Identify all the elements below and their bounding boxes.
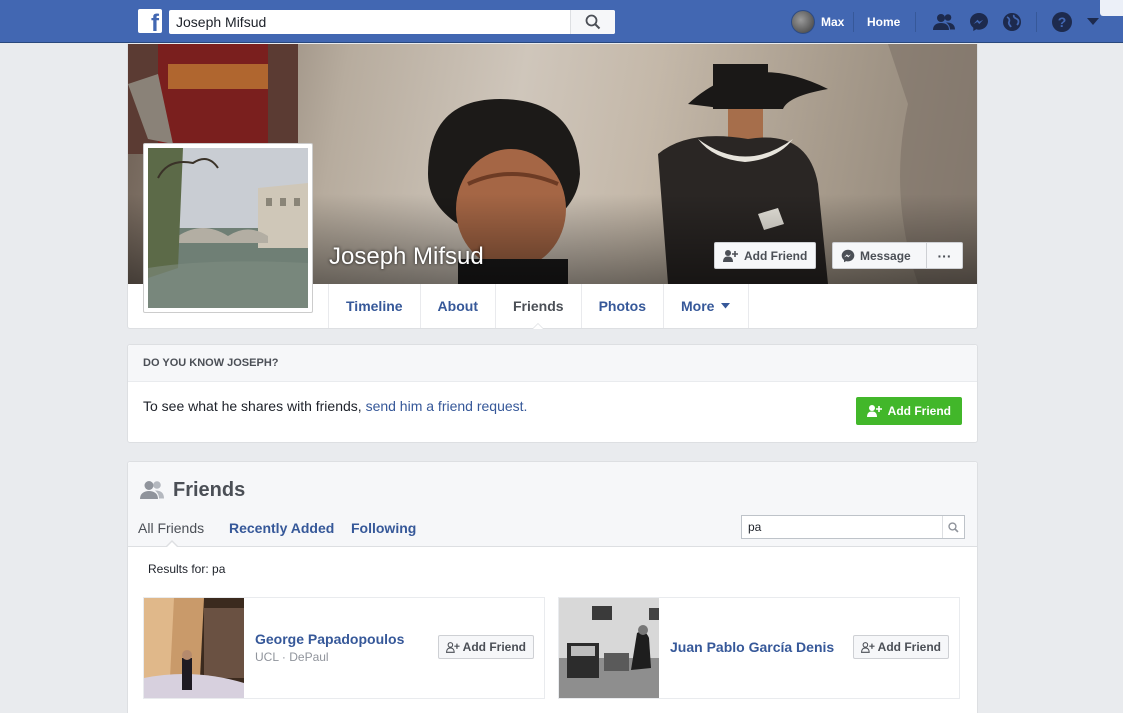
tab-all-friends[interactable]: All Friends [138, 520, 204, 536]
card-heading: DO YOU KNOW JOSEPH? [128, 345, 977, 382]
avatar [791, 10, 815, 34]
add-friend-icon [445, 641, 460, 653]
friend-request-link[interactable]: send him a friend request. [366, 398, 528, 414]
friends-search-box [741, 515, 965, 539]
friend-photo[interactable] [559, 598, 659, 698]
message-label: Message [860, 248, 911, 263]
friends-search-button[interactable] [942, 516, 964, 538]
add-friend-label: Add Friend [462, 640, 526, 654]
add-friend-button[interactable]: Add Friend [714, 242, 817, 269]
messenger-icon [841, 249, 855, 262]
add-friend-button[interactable]: Add Friend [852, 635, 949, 659]
active-tab-pointer-fill [167, 542, 177, 547]
friends-title: Friends [173, 479, 246, 501]
add-friend-label: Add Friend [887, 404, 951, 418]
tab-following[interactable]: Following [351, 520, 416, 536]
more-dots-icon: ··· [937, 247, 952, 264]
profile-photo-image [148, 148, 308, 308]
window-corner [1100, 0, 1123, 16]
divider [853, 12, 854, 32]
tab-about[interactable]: About [421, 284, 496, 328]
add-friend-label: Add Friend [744, 248, 808, 263]
results-label: Results for: pa [148, 562, 226, 576]
friend-photo[interactable] [144, 598, 244, 698]
add-friend-label: Add Friend [877, 640, 941, 654]
friends-section: Friends All Friends Recently Added Follo… [127, 461, 978, 713]
search-icon [585, 14, 601, 30]
profile-name: Joseph Mifsud [329, 243, 484, 270]
svg-text:?: ? [1058, 14, 1067, 30]
tab-label: Friends [512, 298, 564, 314]
help-icon[interactable]: ? [1051, 11, 1073, 33]
divider [915, 12, 916, 32]
tab-label: More [681, 298, 715, 314]
friends-header: Friends All Friends Recently Added Follo… [128, 462, 977, 547]
message-button[interactable]: Message [833, 243, 927, 268]
profile-tabs: Timeline About Friends Photos More [328, 284, 750, 329]
more-options-button[interactable]: ··· [927, 243, 962, 268]
tab-label: Timeline [346, 298, 403, 314]
facebook-logo[interactable]: f [138, 9, 162, 33]
add-friend-icon [866, 405, 882, 417]
chevron-down-icon [721, 303, 731, 309]
top-navigation-bar: f Max Home ? [0, 0, 1123, 43]
tab-label: Photos [598, 298, 647, 314]
tab-more[interactable]: More [664, 284, 750, 328]
tab-recently-added[interactable]: Recently Added [229, 520, 334, 536]
friend-requests-icon[interactable] [933, 11, 955, 33]
add-friend-icon [860, 641, 875, 653]
know-text: To see what he shares with friends, [143, 398, 366, 414]
notifications-globe-icon[interactable] [1001, 11, 1023, 33]
know-prompt: To see what he shares with friends, send… [143, 398, 527, 414]
friend-subtitle: UCL · DePaul [255, 650, 329, 664]
friends-search-input[interactable] [742, 516, 940, 538]
friend-card: Juan Pablo García Denis Add Friend [558, 597, 960, 699]
logo-letter: f [151, 10, 159, 34]
tab-friends[interactable]: Friends [496, 284, 582, 329]
divider [1036, 12, 1037, 32]
friend-name-link[interactable]: George Papadopoulos [255, 631, 404, 647]
friend-name-link[interactable]: Juan Pablo García Denis [670, 639, 834, 655]
friend-photo-image [144, 598, 244, 698]
add-friend-button[interactable]: Add Friend [437, 635, 534, 659]
friends-icon [140, 481, 164, 499]
profile-shortcut[interactable]: Max [791, 10, 844, 34]
tab-timeline[interactable]: Timeline [329, 284, 421, 328]
global-search-input[interactable] [169, 10, 569, 34]
friend-photo-image [559, 598, 659, 698]
add-friend-icon [723, 249, 738, 262]
global-search-button[interactable] [570, 10, 615, 34]
tab-label: About [437, 298, 478, 314]
friend-card: George Papadopoulos UCL · DePaul Add Fri… [143, 597, 545, 699]
add-friend-button[interactable]: Add Friend [855, 397, 962, 425]
global-search-box [169, 10, 615, 34]
home-link[interactable]: Home [867, 15, 900, 29]
profile-picture[interactable] [143, 143, 313, 313]
messenger-icon[interactable] [968, 11, 990, 33]
do-you-know-card: DO YOU KNOW JOSEPH? To see what he share… [127, 344, 978, 443]
profile-header: Joseph Mifsud Add Friend Message ··· Tim… [127, 44, 978, 329]
user-name: Max [821, 15, 845, 29]
tab-photos[interactable]: Photos [582, 284, 665, 328]
search-icon [948, 521, 959, 533]
message-button-group: Message ··· [832, 242, 963, 269]
